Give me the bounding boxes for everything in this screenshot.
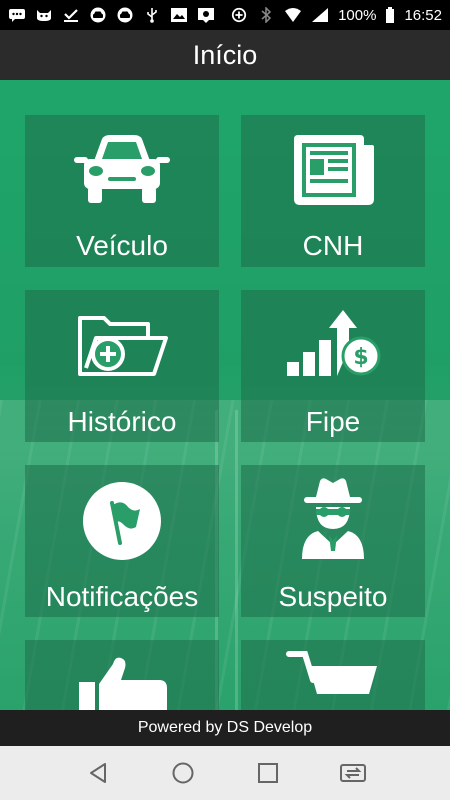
recents-icon[interactable] [254,759,282,787]
flag-icon [82,481,162,561]
clock: 16:52 [404,6,442,24]
status-left-icons [8,7,215,23]
app-bar: Início [0,30,450,80]
folder-add-icon [76,312,168,378]
car-icon [116,7,134,23]
download-done-icon [62,7,80,23]
car-icon [72,133,172,205]
status-right-icons: 100% 16:52 [230,7,442,24]
menu-item-label: Histórico [67,406,177,437]
menu-item-like[interactable] [25,640,219,710]
home-icon[interactable] [169,759,197,787]
usb-icon [143,7,161,23]
car-icon [89,7,107,23]
wifi-icon [284,7,302,23]
background-road-line [235,410,238,710]
cart-icon [285,650,381,710]
image-icon [170,7,188,23]
menu-item-label: CNH [302,230,364,261]
menu-item-cart[interactable] [241,640,425,710]
back-icon[interactable] [84,759,112,787]
menu-grid: Veículo CNH Histórico $ Fipe Notificaçõe… [0,80,450,710]
battery-icon [385,7,395,23]
menu-item-label: Veículo [76,230,168,261]
menu-item-suspeito[interactable]: Suspeito [241,465,425,617]
menu-item-historico[interactable]: Histórico [25,290,219,442]
signal-icon [311,7,329,23]
footer: Powered by DS Develop [0,710,450,746]
photo-icon [197,7,215,23]
menu-item-cnh[interactable]: CNH [241,115,425,267]
chat-icon [8,7,26,23]
chart-money-icon: $ [285,308,381,378]
spy-icon [298,475,368,559]
newspaper-icon [290,133,376,207]
svg-text:$: $ [353,345,368,370]
menu-item-label: Notificações [45,581,199,612]
status-bar: 100% 16:52 [0,0,450,30]
cat-icon [35,7,53,23]
menu-item-notificacoes[interactable]: Notificações [25,465,219,617]
system-nav-bar [0,746,450,800]
thumbs-up-icon [75,654,169,710]
bluetooth-icon [257,7,275,23]
switch-apps-icon[interactable] [339,759,367,787]
menu-item-fipe[interactable]: $ Fipe [241,290,425,442]
menu-item-veiculo[interactable]: Veículo [25,115,219,267]
page-title: Início [192,39,258,70]
data-saver-icon [230,7,248,23]
menu-item-label: Suspeito [278,581,388,612]
footer-credit: Powered by DS Develop [137,719,313,736]
battery-percent: 100% [338,6,377,24]
menu-item-label: Fipe [305,406,361,437]
